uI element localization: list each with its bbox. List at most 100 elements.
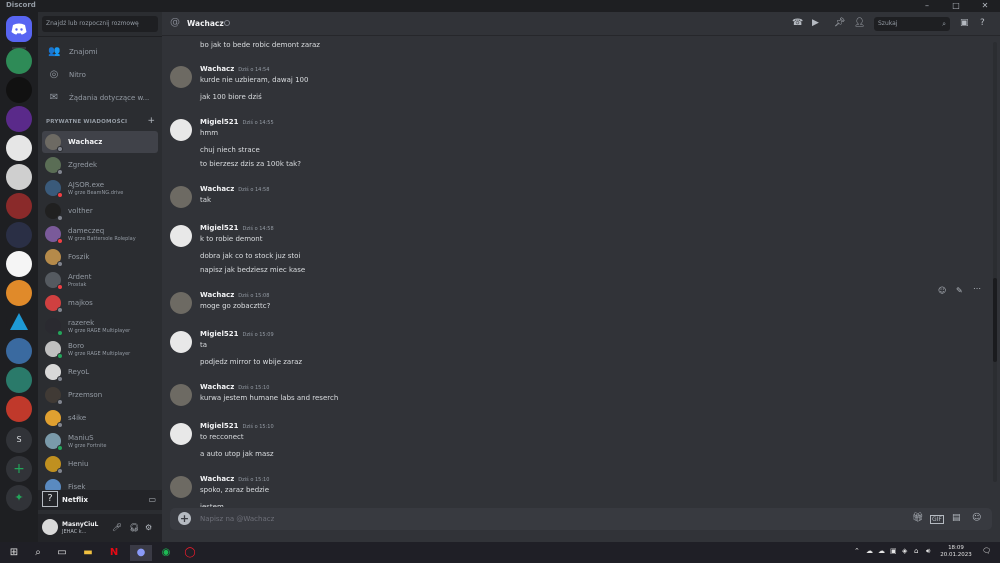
maximize-button[interactable]: □ bbox=[941, 0, 971, 12]
server-icon[interactable] bbox=[6, 164, 32, 190]
cloud-icon[interactable]: ☁ bbox=[878, 547, 885, 555]
dm-item[interactable]: Heniu bbox=[42, 453, 158, 475]
dm-item[interactable]: razerek W grze RAGE Multiplayer bbox=[42, 315, 158, 337]
add-friends-to-dm-icon[interactable]: 👤︎ bbox=[854, 18, 865, 28]
gift-icon[interactable]: 🎁︎ bbox=[912, 513, 923, 523]
server-icon[interactable] bbox=[6, 77, 32, 103]
onedrive-icon[interactable]: ☁ bbox=[866, 547, 873, 555]
screen-share-icon[interactable]: ▭ bbox=[148, 495, 156, 504]
avatar[interactable] bbox=[170, 384, 192, 406]
avatar[interactable] bbox=[170, 292, 192, 314]
discord-taskbar-icon[interactable]: ● bbox=[130, 545, 152, 561]
scrollbar-thumb[interactable] bbox=[993, 278, 997, 362]
taskbar-search-icon[interactable]: ⌕ bbox=[30, 545, 46, 561]
server-icon[interactable] bbox=[6, 135, 32, 161]
scrollbar[interactable] bbox=[993, 42, 997, 482]
dm-item[interactable]: ManiuS W grze Fortnite bbox=[42, 430, 158, 452]
server-icon[interactable] bbox=[6, 338, 32, 364]
message-author[interactable]: Wachacz Dziś o 15:10 bbox=[200, 383, 269, 391]
tray-app-icon[interactable]: ▣ bbox=[890, 547, 897, 555]
dm-item[interactable]: AJSOR.exe W grze BeamNG.drive bbox=[42, 177, 158, 199]
tray-app-icon[interactable]: ◈ bbox=[902, 547, 907, 555]
start-button-icon[interactable]: ⊞ bbox=[6, 545, 22, 561]
message-author[interactable]: Wachacz Dziś o 15:08 bbox=[200, 291, 269, 299]
message-author[interactable]: Wachacz Dziś o 15:10 bbox=[200, 475, 269, 483]
sticker-icon[interactable]: ▤ bbox=[952, 513, 961, 523]
nav-nitro[interactable]: ◎ Nitro bbox=[42, 65, 158, 85]
attach-plus-icon[interactable]: + bbox=[178, 512, 191, 525]
system-clock[interactable]: 18:09 20.01.2023 bbox=[938, 545, 974, 559]
dm-item[interactable]: ReyoL bbox=[42, 361, 158, 383]
dm-item[interactable]: Ardent Prostak bbox=[42, 269, 158, 291]
server-icon[interactable] bbox=[6, 396, 32, 422]
avatar[interactable] bbox=[170, 225, 192, 247]
minimize-button[interactable]: – bbox=[912, 0, 942, 12]
edit-icon[interactable]: ✎ bbox=[956, 286, 963, 295]
dm-item[interactable]: majkos bbox=[42, 292, 158, 314]
message-author[interactable]: Wachacz Dziś o 14:54 bbox=[200, 65, 269, 73]
network-icon[interactable]: ⌂ bbox=[914, 547, 918, 555]
find-conversation-button[interactable]: Znajdź lub rozpocznij rozmowę bbox=[42, 16, 158, 32]
server-icon[interactable] bbox=[6, 309, 32, 335]
avatar[interactable] bbox=[42, 519, 58, 535]
server-icon[interactable]: S bbox=[6, 427, 32, 453]
nav-message-requests[interactable]: ✉ Żądania dotyczące w... bbox=[42, 88, 158, 108]
avatar[interactable] bbox=[170, 476, 192, 498]
task-view-icon[interactable]: ▭ bbox=[54, 545, 70, 561]
message-input[interactable]: Napisz na @Wachacz bbox=[200, 515, 274, 523]
home-button[interactable] bbox=[6, 16, 32, 42]
video-call-icon[interactable]: ▶ bbox=[812, 18, 819, 28]
tray-chevron-icon[interactable]: ⌃ bbox=[854, 547, 860, 555]
message-author[interactable]: Migiel521 Dziś o 15:09 bbox=[200, 330, 274, 338]
dm-item[interactable]: dameczeq W grze Battersole Roleplay bbox=[42, 223, 158, 245]
server-icon[interactable] bbox=[6, 367, 32, 393]
message-author[interactable]: Migiel521 Dziś o 15:10 bbox=[200, 422, 274, 430]
voice-call-icon[interactable]: ☎ bbox=[792, 18, 803, 28]
dm-item[interactable]: Boro W grze RAGE Multiplayer bbox=[42, 338, 158, 360]
avatar[interactable] bbox=[170, 66, 192, 88]
server-icon[interactable] bbox=[6, 222, 32, 248]
emoji-icon[interactable]: ☺ bbox=[972, 513, 981, 523]
create-dm-icon[interactable]: + bbox=[147, 116, 155, 126]
message-text: jestem bbox=[200, 503, 224, 507]
server-icon[interactable] bbox=[6, 106, 32, 132]
message-author[interactable]: Migiel521 Dziś o 14:58 bbox=[200, 224, 274, 232]
avatar[interactable] bbox=[170, 186, 192, 208]
dm-item[interactable]: Zgredek bbox=[42, 154, 158, 176]
server-icon[interactable] bbox=[6, 48, 32, 74]
server-icon[interactable] bbox=[6, 251, 32, 277]
explore-servers-icon[interactable]: ✦ bbox=[6, 485, 32, 511]
netflix-app-icon[interactable]: N bbox=[106, 545, 122, 561]
file-explorer-icon[interactable]: ▬ bbox=[80, 545, 96, 561]
opera-icon[interactable]: ◯ bbox=[182, 545, 198, 561]
server-icon[interactable] bbox=[6, 280, 32, 306]
avatar[interactable] bbox=[170, 119, 192, 141]
dm-item[interactable]: volther bbox=[42, 200, 158, 222]
nav-friends[interactable]: 👥 Znajomi bbox=[42, 42, 158, 62]
microphone-icon[interactable]: 🎤︎ bbox=[112, 523, 122, 532]
search-input[interactable]: Szukaj ⌕ bbox=[874, 17, 950, 31]
message-author[interactable]: Migiel521 Dziś o 14:55 bbox=[200, 118, 274, 126]
dm-item[interactable]: s4ike bbox=[42, 407, 158, 429]
avatar[interactable] bbox=[170, 331, 192, 353]
dm-item[interactable]: Przemson bbox=[42, 384, 158, 406]
gif-icon[interactable]: GIF bbox=[930, 515, 944, 524]
dm-item[interactable]: Foszik bbox=[42, 246, 158, 268]
settings-gear-icon[interactable]: ⚙ bbox=[145, 523, 152, 532]
pinned-messages-icon[interactable]: 📌︎ bbox=[834, 18, 845, 28]
message-author[interactable]: Wachacz Dziś o 14:58 bbox=[200, 185, 269, 193]
volume-icon[interactable]: 🔊︎ bbox=[926, 547, 930, 556]
add-reaction-icon[interactable]: ☺ bbox=[938, 286, 946, 295]
server-icon[interactable] bbox=[6, 193, 32, 219]
spotify-icon[interactable]: ◉ bbox=[158, 545, 174, 561]
headphones-icon[interactable]: 🎧︎ bbox=[129, 523, 139, 532]
close-button[interactable]: ✕ bbox=[970, 0, 1000, 12]
dm-item[interactable]: Wachacz bbox=[42, 131, 158, 153]
inbox-icon[interactable]: ▣ bbox=[960, 18, 969, 28]
more-options-icon[interactable]: ⋯ bbox=[973, 284, 981, 293]
dm-name: s4ike bbox=[68, 414, 87, 422]
add-server-icon[interactable]: + bbox=[6, 456, 32, 482]
notifications-icon[interactable]: 🗨︎ bbox=[982, 547, 991, 555]
avatar[interactable] bbox=[170, 423, 192, 445]
help-icon[interactable]: ? bbox=[980, 18, 985, 28]
